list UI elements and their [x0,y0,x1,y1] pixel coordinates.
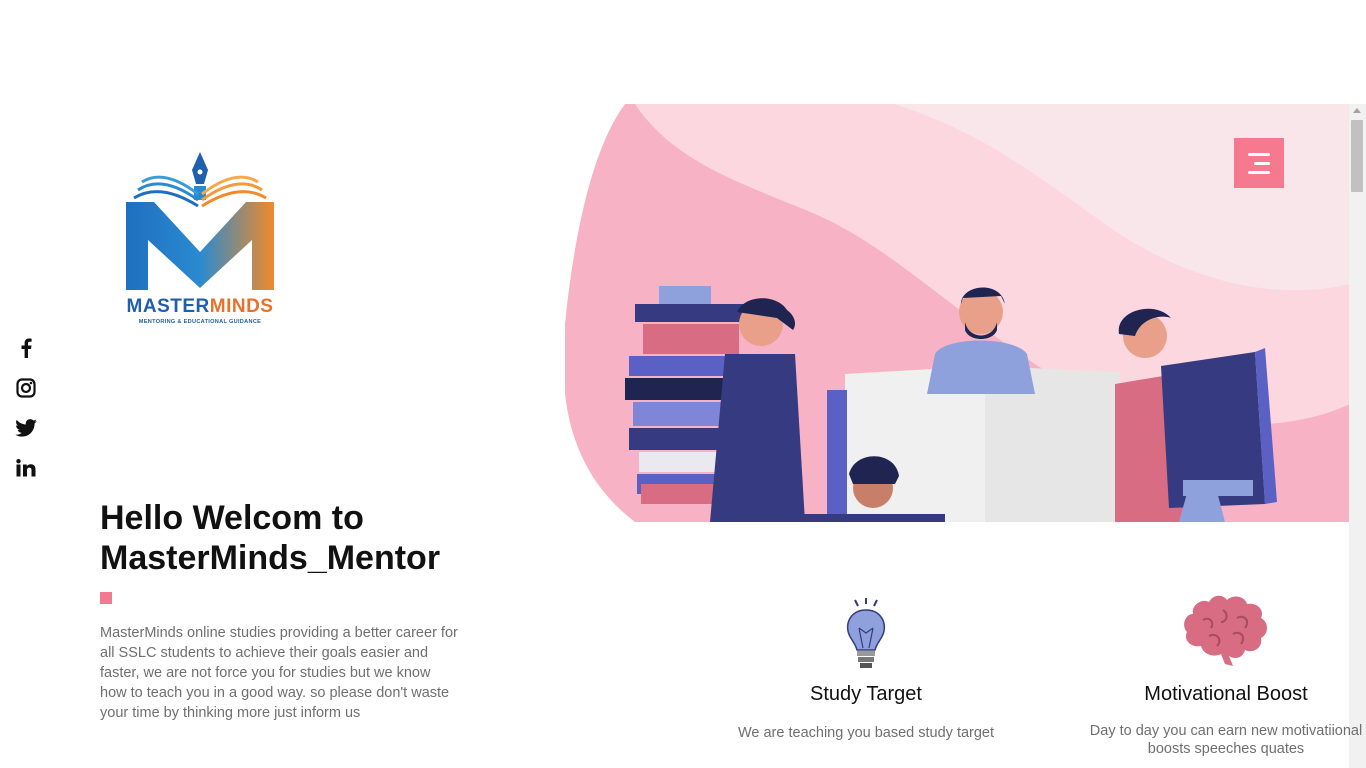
hamburger-menu-icon[interactable] [1234,138,1284,188]
feature-title: Study Target [810,683,922,705]
reading-people-illustration [565,104,1350,522]
instagram-icon[interactable] [14,376,38,400]
brand-name: MASTERMINDS [126,296,274,317]
brand-tagline: MENTORING & EDUCATIONAL GUIDANCE [138,319,262,325]
hero-illustration [565,104,1350,522]
lightbulb-icon [846,598,886,668]
accent-square [100,592,112,604]
brand-logo[interactable]: MASTERMINDS MENTORING & EDUCATIONAL GUID… [120,148,280,334]
logo-m-icon [126,152,274,290]
scroll-up-arrow-icon[interactable] [1353,108,1361,113]
feature-motivational-boost: Motivational Boost Day to day you can ea… [1086,592,1366,758]
twitter-icon[interactable] [14,416,38,440]
feature-description: We are teaching you based study target [737,725,995,741]
feature-study-target: Study Target We are teaching you based s… [716,598,1016,742]
scroll-thumb[interactable] [1351,120,1363,192]
social-links [14,336,38,496]
linkedin-icon[interactable] [14,456,38,480]
brain-icon [1184,595,1267,666]
feature-title: Motivational Boost [1144,683,1308,705]
facebook-icon[interactable] [14,336,38,360]
hero-title: Hello Welcom to MasterMinds_Mentor [100,499,441,577]
feature-description: Day to day you can earn new motivatiiona… [1089,723,1363,757]
hero-description: MasterMinds online studies providing a b… [100,625,458,721]
